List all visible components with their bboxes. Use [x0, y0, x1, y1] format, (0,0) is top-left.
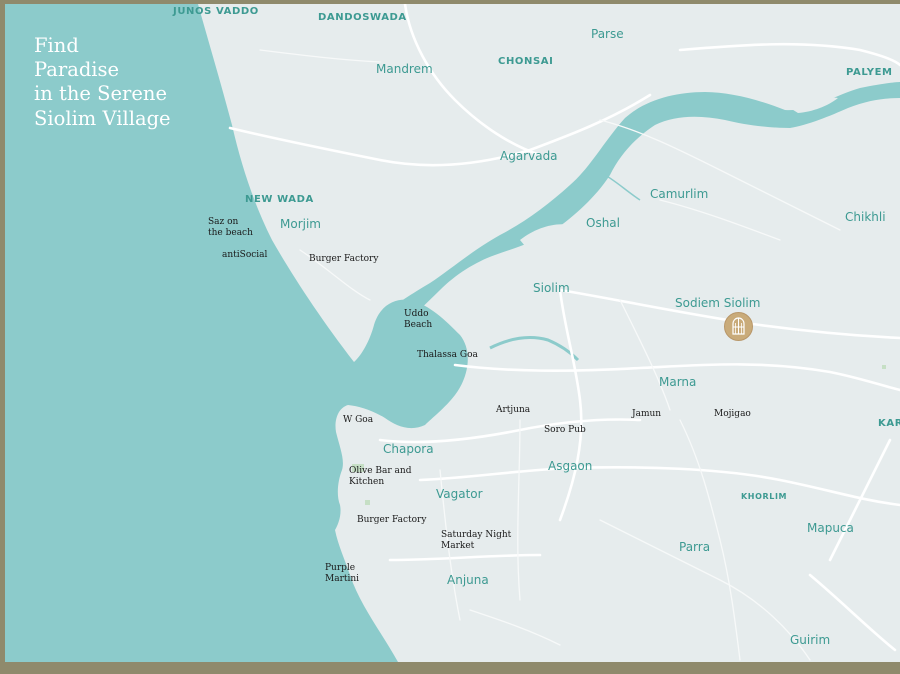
place-vagator: Vagator	[436, 487, 483, 501]
location-marker[interactable]	[724, 312, 753, 341]
place-siolim: Siolim	[533, 281, 570, 295]
place-anjuna: Anjuna	[447, 573, 489, 587]
marker-label: Sodiem Siolim	[675, 296, 761, 310]
place-parra: Parra	[679, 540, 711, 554]
poi-burger-factory-morjim[interactable]: Burger Factory	[309, 254, 378, 265]
poi-saturday-night-market[interactable]: Saturday Night Market	[441, 530, 511, 552]
place-kar: KAR	[878, 418, 900, 429]
place-oshal: Oshal	[586, 216, 620, 230]
place-guirim: Guirim	[790, 633, 831, 647]
place-chonsai: CHONSAI	[498, 56, 554, 67]
arched-window-icon	[732, 317, 745, 335]
poi-thalassa-goa[interactable]: Thalassa Goa	[417, 350, 478, 361]
place-camurlim: Camurlim	[650, 187, 709, 201]
tagline-heading: Find Paradise in the Serene Siolim Villa…	[34, 34, 171, 130]
poi-antisocial[interactable]: antiSocial	[222, 250, 267, 261]
place-mandrem: Mandrem	[376, 62, 433, 76]
place-palyem: PALYEM	[846, 67, 893, 78]
poi-artjuna[interactable]: Artjuna	[496, 405, 530, 416]
place-asgaon: Asgaon	[548, 459, 593, 473]
poi-soro-pub[interactable]: Soro Pub	[544, 425, 586, 436]
poi-burger-factory-vagator[interactable]: Burger Factory	[357, 515, 426, 526]
place-khorlim: KHORLIM	[741, 492, 788, 501]
poi-w-goa[interactable]: W Goa	[343, 415, 373, 426]
place-dandoswada: DANDOSWADA	[318, 12, 407, 23]
poi-saz-on-the-beach[interactable]: Saz on the beach	[208, 217, 253, 239]
place-junos-vaddo: JUNOS VADDO	[173, 6, 259, 17]
frame: JUNOS VADDO DANDOSWADA Parse Mandrem CHO…	[0, 0, 900, 674]
place-chapora: Chapora	[383, 442, 434, 456]
map-canvas[interactable]: JUNOS VADDO DANDOSWADA Parse Mandrem CHO…	[5, 4, 900, 662]
place-agarvada: Agarvada	[500, 149, 558, 163]
poi-purple-martini[interactable]: Purple Martini	[325, 563, 359, 585]
poi-uddo-beach[interactable]: Uddo Beach	[404, 309, 432, 331]
place-new-wada: NEW WADA	[245, 194, 314, 205]
poi-mojigao[interactable]: Mojigao	[714, 409, 751, 420]
place-marna: Marna	[659, 375, 697, 389]
place-morjim: Morjim	[280, 217, 321, 231]
poi-jamun[interactable]: Jamun	[632, 409, 661, 420]
place-chikhli: Chikhli	[845, 210, 886, 224]
place-parse: Parse	[591, 27, 624, 41]
poi-olive-bar[interactable]: Olive Bar and Kitchen	[349, 466, 411, 488]
place-mapuca: Mapuca	[807, 521, 854, 535]
